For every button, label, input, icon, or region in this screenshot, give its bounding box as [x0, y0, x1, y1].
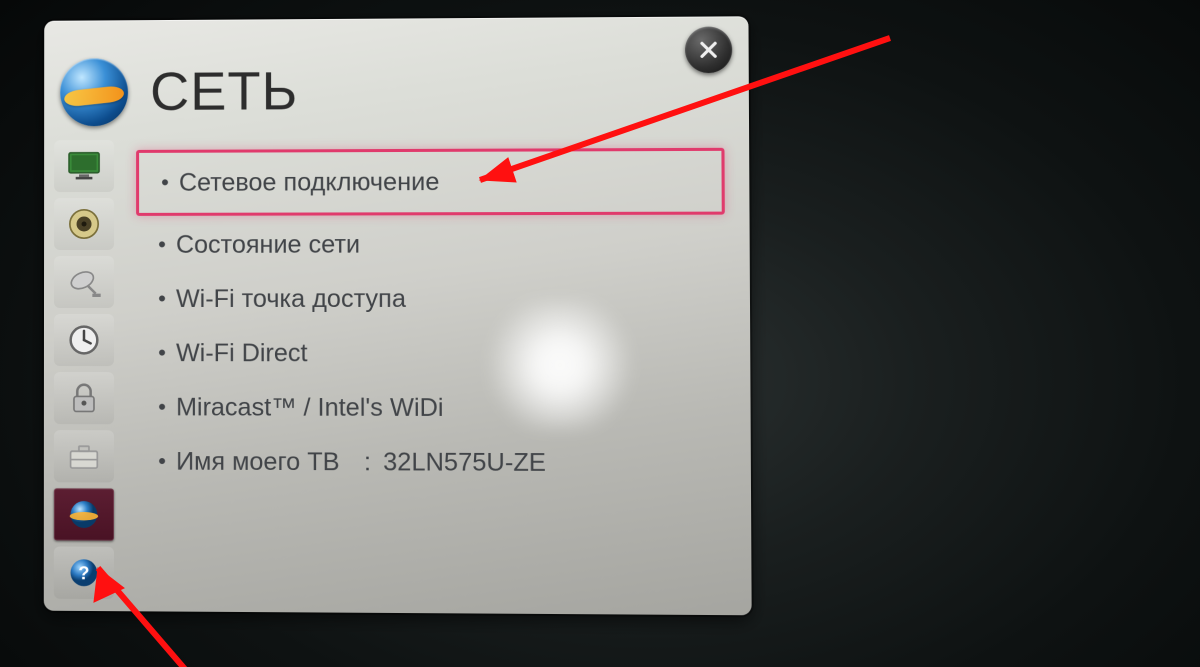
sidebar-item-picture[interactable]	[54, 140, 114, 192]
menu-item-tv-name[interactable]: • Имя моего ТВ : 32LN575U-ZE	[136, 436, 726, 488]
menu-item-network-connection[interactable]: • Сетевое подключение	[136, 148, 725, 216]
monitor-icon	[64, 146, 104, 186]
menu-item-wifi-hotspot[interactable]: • Wi-Fi точка доступа	[136, 273, 725, 324]
globe-icon	[60, 58, 128, 126]
sidebar-item-options[interactable]	[54, 430, 114, 482]
briefcase-icon	[64, 436, 104, 476]
menu-item-label: Имя моего ТВ	[176, 447, 340, 477]
lock-icon	[64, 378, 104, 418]
settings-window: СЕТЬ	[44, 16, 752, 615]
menu-item-label: Состояние сети	[176, 230, 360, 259]
menu-item-label: Wi-Fi точка доступа	[176, 284, 406, 313]
svg-text:?: ?	[78, 562, 89, 583]
menu-item-label: Wi-Fi Direct	[176, 339, 308, 368]
close-icon	[697, 39, 720, 61]
page-title: СЕТЬ	[150, 60, 298, 123]
sidebar-item-network[interactable]	[54, 488, 114, 540]
menu-item-value: 32LN575U-ZE	[383, 448, 546, 478]
sidebar-item-lock[interactable]	[54, 372, 114, 424]
help-icon: ?	[64, 553, 104, 593]
menu-item-label: Miracast™ / Intel's WiDi	[176, 393, 444, 423]
sidebar-item-support[interactable]: ?	[54, 546, 114, 599]
speaker-icon	[64, 204, 104, 244]
sidebar-item-time[interactable]	[54, 314, 114, 366]
menu-item-network-status[interactable]: • Состояние сети	[136, 219, 725, 270]
menu-item-miracast[interactable]: • Miracast™ / Intel's WiDi	[136, 382, 726, 434]
menu-item-wifi-direct[interactable]: • Wi-Fi Direct	[136, 328, 726, 379]
titlebar: СЕТЬ	[60, 57, 298, 126]
sidebar-item-sound[interactable]	[54, 198, 114, 250]
category-sidebar: ?	[54, 140, 116, 599]
clock-icon	[64, 320, 104, 360]
globe-icon	[64, 494, 104, 534]
menu-item-label: Сетевое подключение	[179, 167, 440, 197]
close-button[interactable]	[685, 26, 732, 73]
sidebar-item-channel[interactable]	[54, 256, 114, 308]
network-menu: • Сетевое подключение • Состояние сети •…	[136, 148, 727, 595]
satellite-icon	[64, 262, 104, 302]
